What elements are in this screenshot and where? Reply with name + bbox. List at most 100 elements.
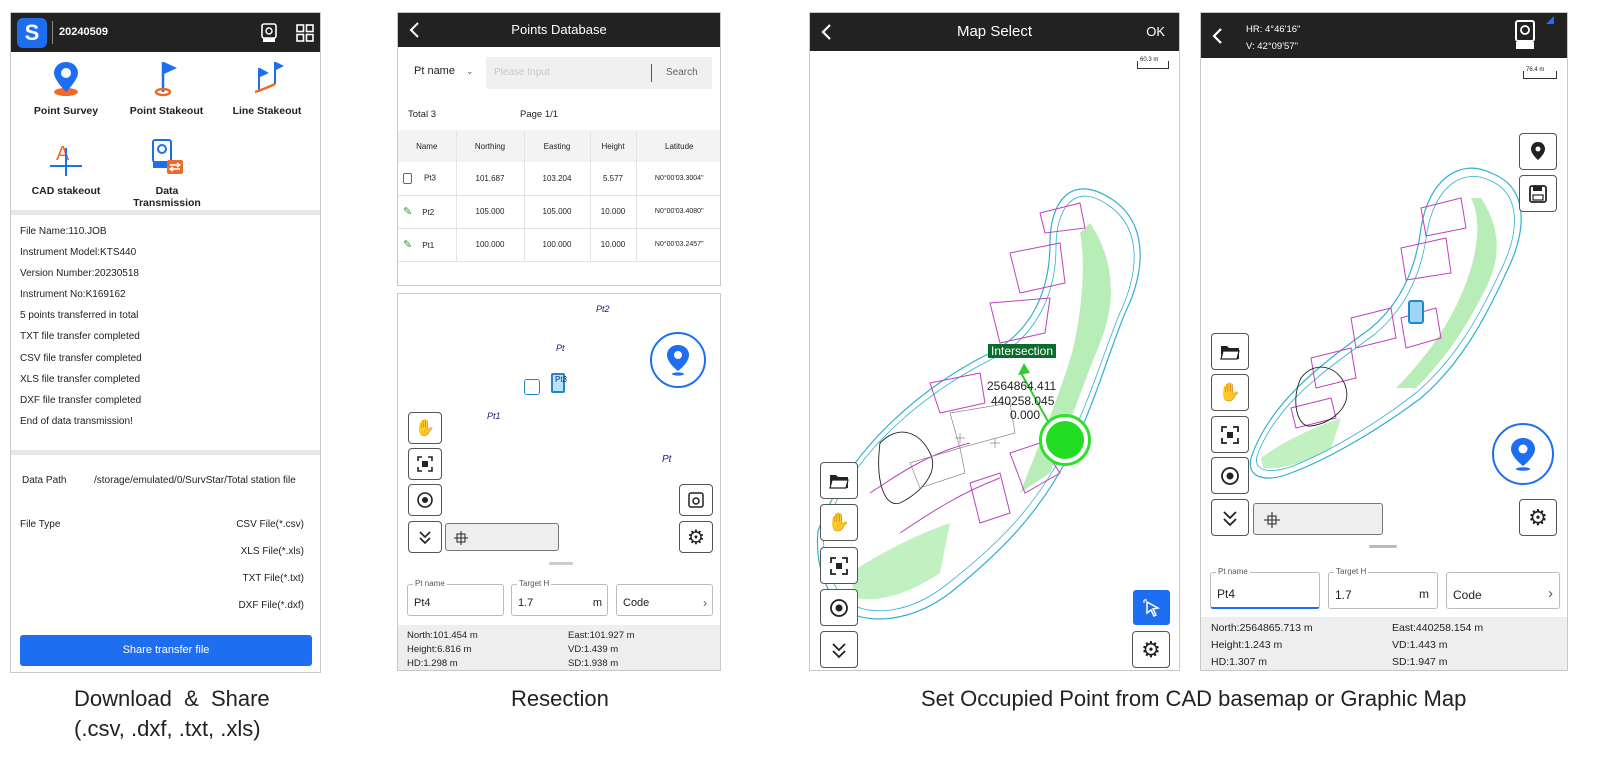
selected-point-marker[interactable] <box>1039 414 1091 466</box>
menu-point-stakeout[interactable]: Point Stakeout <box>119 58 214 120</box>
ptname-field[interactable]: Pt name Pt4 <box>407 579 504 616</box>
status-hd: HD:1.298 m <box>407 658 458 669</box>
status-east: East:440258.154 m <box>1392 622 1484 634</box>
log-line: CSV file transfer completed <box>20 352 142 364</box>
data-path-label: Data Path <box>22 475 67 486</box>
table-row[interactable]: ✎ Pt2 105.000 105.000 10.000 N0°00'03.408… <box>398 195 720 228</box>
menu-cad-stakeout[interactable]: A CAD stakeout <box>21 138 111 200</box>
expand-tools-button[interactable] <box>408 521 442 553</box>
points-table: Name Northing Easting Height Latitude Pt… <box>398 130 720 262</box>
measurement-status: North:2564865.713 m East:440258.154 m He… <box>1201 617 1567 670</box>
file-type-csv[interactable]: CSV File(*.csv) <box>236 519 304 530</box>
flag-icon <box>154 62 177 97</box>
status-hd: HD:1.307 m <box>1211 656 1268 668</box>
locate-point-button[interactable] <box>650 332 706 388</box>
back-icon[interactable] <box>1211 25 1225 47</box>
ok-button[interactable]: OK <box>1146 24 1165 39</box>
map-label-pt2[interactable]: Pt2 <box>596 304 610 314</box>
menu-data-transmission[interactable]: Data Transmission <box>121 138 213 209</box>
drag-handle[interactable] <box>1369 545 1397 548</box>
search-button[interactable]: Search <box>666 67 698 78</box>
zoom-extent-button[interactable] <box>820 547 858 584</box>
pan-tool-button[interactable]: ✋ <box>408 412 442 444</box>
instrument-marker-icon[interactable] <box>1408 300 1424 324</box>
file-type-dxf[interactable]: DXF File(*.dxf) <box>238 600 304 611</box>
map-label-pt[interactable]: Pt <box>556 343 565 353</box>
hand-icon: ✋ <box>415 420 435 437</box>
expand-tools-button[interactable] <box>1211 499 1249 536</box>
intersection-label[interactable]: Intersection <box>988 344 1057 358</box>
cell-northing: 105.000 <box>456 195 525 228</box>
open-folder-button[interactable] <box>1211 333 1249 370</box>
crosshair-icon <box>1264 512 1280 528</box>
menu-label: Point Survey <box>33 105 99 117</box>
add-point-button[interactable] <box>1519 133 1557 170</box>
search-input[interactable]: Please Input <box>494 67 550 78</box>
zoom-extent-button[interactable] <box>1211 416 1249 453</box>
save-icon <box>1529 184 1547 203</box>
settings-button[interactable]: ⚙ <box>679 521 713 553</box>
target-icon <box>830 598 848 617</box>
zoom-extent-button[interactable] <box>408 448 442 480</box>
instrument-icon[interactable] <box>260 23 278 43</box>
camera-button[interactable] <box>679 484 713 516</box>
cell-name: Pt3 <box>424 173 437 183</box>
ptname-field[interactable]: Pt name Pt4 <box>1210 567 1320 609</box>
log-line: 5 points transferred in total <box>20 310 139 322</box>
status-vd: VD:1.443 m <box>1392 639 1448 651</box>
coord-easting: 440258.045 <box>991 394 1055 408</box>
data-path-value[interactable]: /storage/emulated/0/SurvStar/Total stati… <box>94 475 296 486</box>
share-transfer-file-button[interactable]: Share transfer file <box>20 635 312 666</box>
menu-line-stakeout[interactable]: Line Stakeout <box>219 58 315 120</box>
table-row[interactable]: Pt3 101.687 103.204 5.577 N0°00'03.3004" <box>398 162 720 195</box>
select-tool-button[interactable] <box>1133 590 1170 625</box>
hand-icon: ✋ <box>1218 382 1242 402</box>
code-field[interactable]: Code › <box>616 584 713 616</box>
file-type-txt[interactable]: TXT File(*.txt) <box>243 573 304 584</box>
open-folder-button[interactable] <box>820 462 858 499</box>
status-bar-input[interactable] <box>445 523 559 551</box>
project-name: 20240509 <box>59 26 108 38</box>
pan-tool-button[interactable]: ✋ <box>1211 374 1249 411</box>
cell-height: 10.000 <box>590 228 637 261</box>
filter-select[interactable]: Pt name ⌄ <box>414 65 474 77</box>
center-location-button[interactable] <box>820 589 858 626</box>
app-logo-icon[interactable]: S <box>17 18 47 48</box>
cell-height: 5.577 <box>590 162 637 195</box>
cad-basemap[interactable] <box>810 53 1180 671</box>
instrument-icon <box>403 172 412 184</box>
drag-handle[interactable] <box>549 562 573 565</box>
chevron-right-icon: › <box>703 596 707 610</box>
location-pin-icon <box>1511 438 1535 471</box>
instrument-icon[interactable] <box>1513 19 1539 51</box>
expand-tools-button[interactable] <box>820 631 858 668</box>
target-height-field[interactable]: Target H 1.7 m <box>1328 567 1438 609</box>
zoom-extent-icon <box>1221 425 1239 444</box>
center-location-button[interactable] <box>408 484 442 516</box>
map-label-pt1[interactable]: Pt1 <box>487 411 501 421</box>
target-height-field[interactable]: Target H 1.7 m <box>511 579 608 616</box>
col-header: Northing <box>456 130 525 162</box>
cell-northing: 101.687 <box>456 162 525 195</box>
status-bar-input[interactable] <box>1253 503 1383 535</box>
locate-point-button[interactable] <box>1492 423 1554 485</box>
map-label-pt3[interactable]: Pt3 <box>555 375 567 384</box>
station-icon[interactable] <box>524 379 540 395</box>
map-label-pt-b[interactable]: Pt <box>662 454 671 465</box>
cursor-select-icon <box>1142 598 1160 617</box>
table-row[interactable]: ✎ Pt1 100.000 100.000 10.000 N0°00'03.245… <box>398 228 720 261</box>
settings-button[interactable]: ⚙ <box>1132 631 1170 668</box>
menu-point-survey[interactable]: Point Survey <box>21 58 111 120</box>
double-chevron-down-icon <box>832 642 846 658</box>
file-type-xls[interactable]: XLS File(*.xls) <box>241 546 304 557</box>
pan-tool-button[interactable]: ✋ <box>820 504 858 541</box>
save-button[interactable] <box>1519 175 1557 212</box>
settings-button[interactable]: ⚙ <box>1519 499 1557 536</box>
code-field[interactable]: Code › <box>1446 572 1560 609</box>
grid-menu-icon[interactable] <box>296 24 314 42</box>
zoom-extent-icon <box>417 456 433 472</box>
pencil-icon: ✎ <box>403 206 413 218</box>
coord-height: 0.000 <box>1010 408 1041 422</box>
center-location-button[interactable] <box>1211 457 1249 494</box>
status-sd: SD:1.947 m <box>1392 656 1448 668</box>
